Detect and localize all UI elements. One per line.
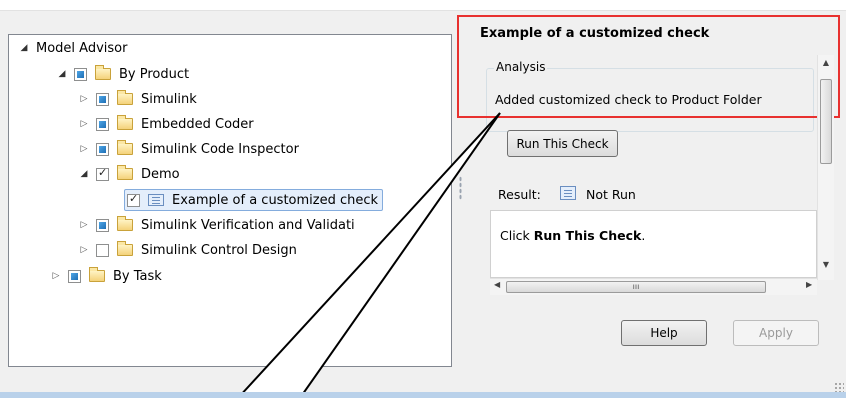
partial-checkbox[interactable] bbox=[96, 92, 109, 106]
folder-icon bbox=[95, 65, 111, 80]
tree-item-simulink-control-design[interactable]: ▷ Simulink Control Design bbox=[78, 240, 297, 260]
tree-item-by-task[interactable]: ▷ By Task bbox=[50, 266, 162, 286]
top-divider bbox=[0, 10, 846, 11]
collapsed-triangle-icon[interactable]: ▷ bbox=[78, 144, 90, 154]
tree-item-demo[interactable]: ◢ Demo bbox=[78, 164, 180, 184]
top-strip bbox=[0, 0, 846, 10]
run-this-check-button[interactable]: Run This Check bbox=[507, 130, 618, 157]
tree-item-by-product[interactable]: ◢ By Product bbox=[56, 64, 189, 84]
partial-checkbox[interactable] bbox=[68, 269, 81, 283]
horizontal-scrollbar[interactable]: ◀ ııı ▶ bbox=[490, 278, 817, 295]
vertical-scrollbar[interactable]: ▲ ▼ bbox=[817, 55, 834, 280]
partial-checkbox[interactable] bbox=[96, 218, 109, 232]
tree-item-simulink-code-inspector[interactable]: ▷ Simulink Code Inspector bbox=[78, 139, 299, 159]
folder-icon bbox=[117, 241, 133, 256]
tree-item-label: By Task bbox=[113, 268, 162, 284]
scroll-right-arrow-icon[interactable]: ▶ bbox=[806, 280, 812, 289]
tree-item-label: Embedded Coder bbox=[141, 116, 254, 132]
result-label: Result: bbox=[498, 187, 541, 202]
resize-grip-icon[interactable] bbox=[834, 382, 844, 392]
tree-item-label: Simulink Code Inspector bbox=[141, 141, 299, 157]
tree-item-label: By Product bbox=[119, 66, 190, 82]
partial-checkbox[interactable] bbox=[74, 67, 87, 81]
vertical-scroll-thumb[interactable] bbox=[820, 79, 832, 164]
result-message: Click Run This Check. bbox=[500, 228, 645, 243]
folder-icon bbox=[117, 165, 133, 180]
tree-item-label: Simulink Verification and Validati bbox=[141, 217, 355, 233]
partial-checkbox[interactable] bbox=[96, 142, 109, 156]
tree-item-simulink-vv[interactable]: ▷ Simulink Verification and Validati bbox=[78, 215, 355, 235]
bottom-bar bbox=[0, 392, 846, 398]
result-message-suffix: . bbox=[641, 228, 646, 243]
folder-icon bbox=[117, 115, 133, 130]
horizontal-scroll-thumb[interactable]: ııı bbox=[506, 281, 766, 293]
expanded-triangle-icon[interactable]: ◢ bbox=[78, 169, 90, 179]
unchecked-checkbox[interactable] bbox=[96, 243, 109, 257]
tree-item-label: Simulink Control Design bbox=[141, 242, 297, 258]
result-message-prefix: Click bbox=[500, 228, 534, 243]
collapsed-triangle-icon[interactable]: ▷ bbox=[78, 220, 90, 230]
scroll-left-arrow-icon[interactable]: ◀ bbox=[494, 280, 500, 289]
result-report-area bbox=[490, 210, 817, 278]
check-list-icon bbox=[148, 194, 164, 206]
result-status: Not Run bbox=[586, 187, 636, 202]
tree-item-label: Simulink bbox=[141, 91, 197, 107]
folder-icon bbox=[117, 140, 133, 155]
help-button[interactable]: Help bbox=[621, 320, 707, 346]
expanded-triangle-icon[interactable]: ◢ bbox=[18, 43, 30, 53]
tree-item-example-check[interactable]: Example of a customized check bbox=[124, 189, 384, 211]
collapsed-triangle-icon[interactable]: ▷ bbox=[50, 271, 62, 281]
folder-icon bbox=[117, 216, 133, 231]
folder-icon bbox=[117, 90, 133, 105]
scroll-down-arrow-icon[interactable]: ▼ bbox=[818, 260, 834, 269]
tree-item-label: Model Advisor bbox=[36, 40, 128, 56]
checked-checkbox[interactable] bbox=[96, 166, 109, 181]
tree-item-embedded-coder[interactable]: ▷ Embedded Coder bbox=[78, 114, 254, 134]
tree-item-simulink[interactable]: ▷ Simulink bbox=[78, 89, 197, 109]
scroll-up-arrow-icon[interactable]: ▲ bbox=[818, 58, 834, 67]
expanded-triangle-icon[interactable]: ◢ bbox=[56, 69, 68, 79]
collapsed-triangle-icon[interactable]: ▷ bbox=[78, 245, 90, 255]
tree-item-model-advisor[interactable]: ◢ Model Advisor bbox=[18, 38, 128, 58]
tree-item-label: Example of a customized check bbox=[172, 192, 379, 208]
collapsed-triangle-icon[interactable]: ▷ bbox=[78, 119, 90, 129]
result-message-action: Run This Check bbox=[533, 228, 642, 243]
checked-checkbox[interactable] bbox=[127, 192, 140, 207]
callout-highlight-box bbox=[457, 15, 840, 118]
collapsed-triangle-icon[interactable]: ▷ bbox=[78, 94, 90, 104]
folder-icon bbox=[89, 267, 105, 282]
tree-item-label: Demo bbox=[141, 166, 180, 182]
pane-splitter[interactable] bbox=[459, 176, 462, 200]
not-run-status-icon bbox=[560, 186, 576, 200]
apply-button[interactable]: Apply bbox=[733, 320, 819, 346]
partial-checkbox[interactable] bbox=[96, 117, 109, 131]
